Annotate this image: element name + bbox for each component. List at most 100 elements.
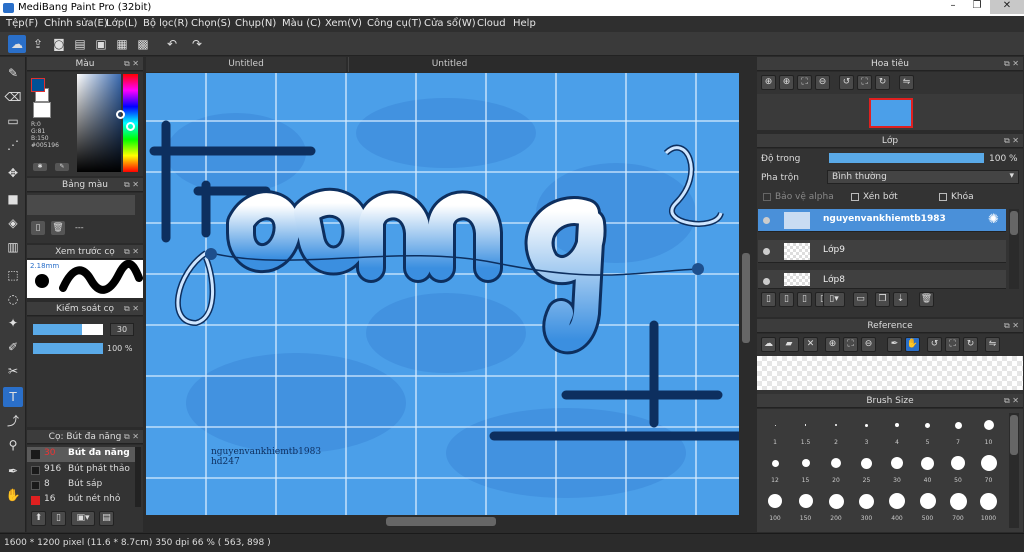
panel-menu-icon[interactable]: ⧉ ✕ <box>124 245 139 259</box>
protect-alpha-checkbox[interactable] <box>763 193 771 201</box>
brush-size-option[interactable]: 50 <box>944 451 972 487</box>
brush-size-option[interactable]: 1000 <box>975 489 1003 525</box>
zoom-in-icon[interactable]: ⊕ <box>825 337 840 352</box>
hand-icon[interactable]: ✋ <box>905 337 920 352</box>
color-picker-icon[interactable]: ✎ <box>55 163 69 171</box>
brush-size-option[interactable]: 40 <box>914 451 942 487</box>
panel-menu-icon[interactable]: ⧉ ✕ <box>1004 394 1019 408</box>
add-brush-icon[interactable]: ⬆ <box>31 511 46 526</box>
palette-list[interactable] <box>27 195 135 215</box>
redo-icon[interactable]: ↷ <box>188 35 206 53</box>
open-folder-icon[interactable]: ▰ <box>779 337 799 352</box>
layer-type-menu-icon[interactable]: ▯▾ <box>823 292 845 307</box>
brush-size-option[interactable]: 20 <box>822 451 850 487</box>
brush-size-option[interactable]: 500 <box>914 489 942 525</box>
gradient-tool-icon[interactable]: ▥ <box>3 237 23 257</box>
page-icon[interactable]: ▣ <box>92 35 110 53</box>
fit-window-icon[interactable]: ⛶ <box>945 337 960 352</box>
panel-menu-icon[interactable]: ⧉ ✕ <box>124 430 139 444</box>
undo-icon[interactable]: ↶ <box>163 35 181 53</box>
flip-icon[interactable]: ⇋ <box>899 75 914 90</box>
swap-color-icon[interactable] <box>33 102 51 118</box>
hand-tool-icon[interactable]: ✋ <box>3 485 23 505</box>
cloud-upload-icon[interactable]: ☁ <box>761 337 776 352</box>
close-button[interactable]: ✕ <box>990 0 1024 14</box>
fill-rect-tool-icon[interactable]: ■ <box>3 189 23 209</box>
menu-window[interactable]: Cửa sổ(W) <box>424 18 476 29</box>
fit-icon[interactable]: ⛶ <box>843 337 858 352</box>
fit-window-icon[interactable]: ⛶ <box>857 75 872 90</box>
eraser-tool-icon[interactable]: ⌫ <box>3 87 23 107</box>
reference-canvas[interactable] <box>757 356 1023 390</box>
zoom-in-icon[interactable]: ⊕ <box>761 75 776 90</box>
maximize-button[interactable]: ❐ <box>966 0 988 14</box>
brush-size-option[interactable]: 1 <box>761 413 789 449</box>
brush-size-option[interactable]: 10 <box>975 413 1003 449</box>
new-palette-icon[interactable]: ▯ <box>31 221 45 235</box>
layer-list-scrollbar[interactable] <box>1009 209 1019 289</box>
panels-icon[interactable]: ▩ <box>134 35 152 53</box>
eye-icon[interactable] <box>763 278 770 285</box>
pen-tool-icon[interactable]: ✒ <box>3 461 23 481</box>
flip-icon[interactable]: ⇋ <box>985 337 1000 352</box>
canvas-horizontal-scrollbar[interactable] <box>146 515 752 528</box>
brush-size-value[interactable]: 30 <box>110 323 134 336</box>
layer-opacity-slider[interactable] <box>829 153 984 163</box>
brush-item[interactable]: 30 Bút đa năng <box>27 447 135 462</box>
bucket-tool-icon[interactable]: ◈ <box>3 213 23 233</box>
document-icon[interactable]: ▤ <box>71 35 89 53</box>
close-icon[interactable]: ✕ <box>803 337 818 352</box>
menu-layer[interactable]: Lớp(L) <box>106 18 137 29</box>
fit-icon[interactable]: ⛶ <box>797 75 812 90</box>
panel-menu-icon[interactable]: ⧉ ✕ <box>1004 57 1019 71</box>
select-rect-icon[interactable]: ⬚ <box>3 265 23 285</box>
menu-cloud[interactable]: Cloud <box>477 18 506 29</box>
color-mode-icon[interactable]: ✱ <box>33 163 47 171</box>
delete-layer-icon[interactable]: 🗑 <box>919 292 934 307</box>
brush-item[interactable]: 8 Bút sáp <box>27 478 135 493</box>
brush-settings-icon[interactable]: ▤ <box>99 511 114 526</box>
eye-icon[interactable] <box>763 248 770 255</box>
brush-size-option[interactable]: 5 <box>914 413 942 449</box>
new-8bit-layer-icon[interactable]: ▯ <box>797 292 812 307</box>
menu-color[interactable]: Màu (C) <box>282 18 321 29</box>
menu-tools[interactable]: Công cụ(T) <box>367 18 422 29</box>
operation-tool-icon[interactable]: ⤴ <box>3 411 23 431</box>
eye-icon[interactable] <box>763 217 770 224</box>
brush-size-option[interactable]: 7 <box>944 413 972 449</box>
new-layer-icon[interactable]: ▯ <box>761 292 776 307</box>
merge-layer-icon[interactable]: ⇣ <box>893 292 908 307</box>
comment-icon[interactable]: ◙ <box>50 35 68 53</box>
minimize-button[interactable]: – <box>940 0 966 14</box>
magic-wand-icon[interactable]: ✦ <box>3 313 23 333</box>
panel-menu-icon[interactable]: ⧉ ✕ <box>1004 134 1019 148</box>
hue-cursor-icon[interactable] <box>126 122 135 131</box>
canvas-vertical-scrollbar[interactable] <box>740 73 752 515</box>
menu-view[interactable]: Xem(V) <box>325 18 362 29</box>
upload-icon[interactable]: ⇪ <box>29 35 47 53</box>
grid-settings-icon[interactable]: ▦ <box>113 35 131 53</box>
new-halftone-layer-icon[interactable]: ▯ <box>779 292 794 307</box>
clip-checkbox[interactable] <box>851 193 859 201</box>
brush-size-option[interactable]: 12 <box>761 451 789 487</box>
menu-select[interactable]: Chọn(S) <box>191 18 231 29</box>
brush-tool-icon[interactable]: ✎ <box>3 63 23 83</box>
panel-menu-icon[interactable]: ⧉ ✕ <box>124 57 139 71</box>
blend-mode-select[interactable]: Bình thường ▾ <box>827 170 1019 184</box>
zoom-out-icon[interactable]: ⊖ <box>861 337 876 352</box>
lasso-tool-icon[interactable]: ◌ <box>3 289 23 309</box>
panel-menu-icon[interactable]: ⧉ ✕ <box>124 178 139 192</box>
brush-size-option[interactable]: 300 <box>853 489 881 525</box>
menu-help[interactable]: Help <box>513 18 536 29</box>
layer-row-active[interactable]: nguyenvankhiemtb1983 ✺ <box>758 209 1006 232</box>
brush-opacity-slider[interactable] <box>33 343 103 354</box>
rectangle-tool-icon[interactable]: ▭ <box>3 111 23 131</box>
move-tool-icon[interactable]: ✥ <box>3 163 23 183</box>
cloud-icon[interactable]: ☁ <box>8 35 26 53</box>
brush-size-option[interactable]: 100 <box>761 489 789 525</box>
foreground-color-swatch[interactable] <box>31 78 45 92</box>
brush-size-option[interactable]: 3 <box>853 413 881 449</box>
brush-item[interactable]: 16 bút nét nhỏ <box>27 493 135 508</box>
eyedropper-tool-icon[interactable]: ⚲ <box>3 435 23 455</box>
brush-list-scrollbar[interactable] <box>135 447 141 507</box>
